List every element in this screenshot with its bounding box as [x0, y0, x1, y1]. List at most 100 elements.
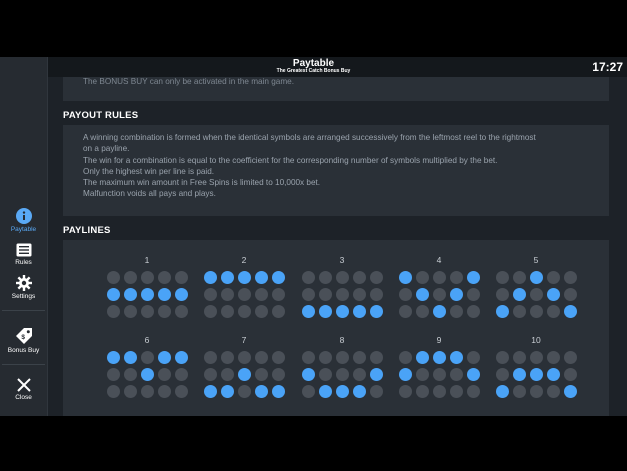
payout-rules-heading: PAYOUT RULES [63, 110, 139, 121]
payline-dot-active [272, 271, 285, 284]
payline-dot [399, 351, 412, 364]
sidebar-divider [2, 364, 45, 365]
payline-dot-active [175, 288, 188, 301]
payline-grid [496, 271, 577, 318]
payline-dot [564, 351, 577, 364]
payline-dot [158, 305, 171, 318]
payline-grid [302, 351, 383, 398]
payline-dot-active [433, 351, 446, 364]
payline-dot [158, 385, 171, 398]
payline-dot-active [319, 305, 332, 318]
payline-dot [107, 385, 120, 398]
payline-dot [513, 305, 526, 318]
payline-dot-active [238, 368, 251, 381]
payline-dot [204, 368, 217, 381]
svg-text:$: $ [21, 334, 25, 341]
payline-8: 8 [301, 335, 383, 398]
payline-dot [141, 351, 154, 364]
payline-dot [564, 271, 577, 284]
payline-dot [175, 271, 188, 284]
sidebar-item-label: Paytable [10, 226, 37, 233]
payline-dot [158, 368, 171, 381]
payline-dot-active [450, 351, 463, 364]
payline-dot [399, 288, 412, 301]
payline-dot [238, 288, 251, 301]
payline-dot [141, 271, 154, 284]
payline-dot [255, 368, 268, 381]
payline-dot [175, 305, 188, 318]
payline-dot-active [238, 271, 251, 284]
payline-dot [370, 288, 383, 301]
payline-number: 1 [144, 255, 150, 265]
sidebar-item-paytable[interactable]: Paytable [0, 208, 47, 233]
payline-dot-active [221, 271, 234, 284]
payline-dot [530, 351, 543, 364]
payline-5: 5 [495, 255, 577, 318]
payline-dot [564, 368, 577, 381]
payline-dot [433, 368, 446, 381]
payline-dot [353, 351, 366, 364]
payline-dot-active [107, 288, 120, 301]
payline-dot-active [124, 288, 137, 301]
payline-dot-active [302, 305, 315, 318]
payline-dot [204, 305, 217, 318]
payline-dot [238, 385, 251, 398]
payout-rules-panel: A winning combination is formed when the… [63, 125, 609, 216]
payline-dot [272, 288, 285, 301]
payline-dot [319, 351, 332, 364]
payline-dot [221, 351, 234, 364]
payline-dot [496, 351, 509, 364]
payline-dot [353, 271, 366, 284]
payline-dot-active [416, 288, 429, 301]
sidebar-item-bonus-buy[interactable]: $ Bonus Buy [0, 327, 47, 354]
payline-dot [416, 368, 429, 381]
payline-dot-active [530, 271, 543, 284]
payline-dot [547, 305, 560, 318]
payline-dot-active [319, 385, 332, 398]
payline-dot-active [467, 271, 480, 284]
payline-dot-active [399, 271, 412, 284]
payline-dot [547, 385, 560, 398]
sidebar-item-close[interactable]: Close [0, 378, 47, 401]
payline-dot [255, 305, 268, 318]
payline-dot [302, 271, 315, 284]
payline-dot [124, 305, 137, 318]
payline-dot [416, 385, 429, 398]
payline-dot [416, 271, 429, 284]
payline-grid [107, 271, 188, 318]
sidebar-item-rules[interactable]: Rules [0, 243, 47, 266]
payline-dot [564, 288, 577, 301]
payline-dot [221, 288, 234, 301]
payline-dot [433, 385, 446, 398]
payline-9: 9 [398, 335, 480, 398]
sidebar-item-settings[interactable]: Settings [0, 275, 47, 300]
payline-dot [370, 271, 383, 284]
payline-dot [467, 288, 480, 301]
payline-dot-active [547, 288, 560, 301]
payline-dot [336, 368, 349, 381]
payline-dot-active [255, 385, 268, 398]
payline-dot [124, 271, 137, 284]
payline-dot-active [158, 351, 171, 364]
payline-dot [530, 305, 543, 318]
payline-dot-active [370, 305, 383, 318]
payout-rule-line: The win for a combination is equal to th… [83, 155, 498, 165]
payline-dot [204, 351, 217, 364]
payline-dot [124, 385, 137, 398]
payline-dot [319, 368, 332, 381]
payline-dot-active [399, 368, 412, 381]
payline-dot-active [124, 351, 137, 364]
payline-dot [255, 351, 268, 364]
info-icon [15, 208, 32, 224]
payline-dot-active [107, 351, 120, 364]
payline-10: 10 [495, 335, 577, 398]
payline-dot-active [141, 288, 154, 301]
payout-rules-text: A winning combination is formed when the… [83, 132, 598, 200]
payline-dot [496, 288, 509, 301]
payline-dot [302, 288, 315, 301]
payline-grid [399, 271, 480, 318]
payline-dot [370, 351, 383, 364]
payline-dot-active [302, 368, 315, 381]
sidebar-item-label: Settings [11, 293, 36, 300]
payline-1: 1 [106, 255, 188, 318]
